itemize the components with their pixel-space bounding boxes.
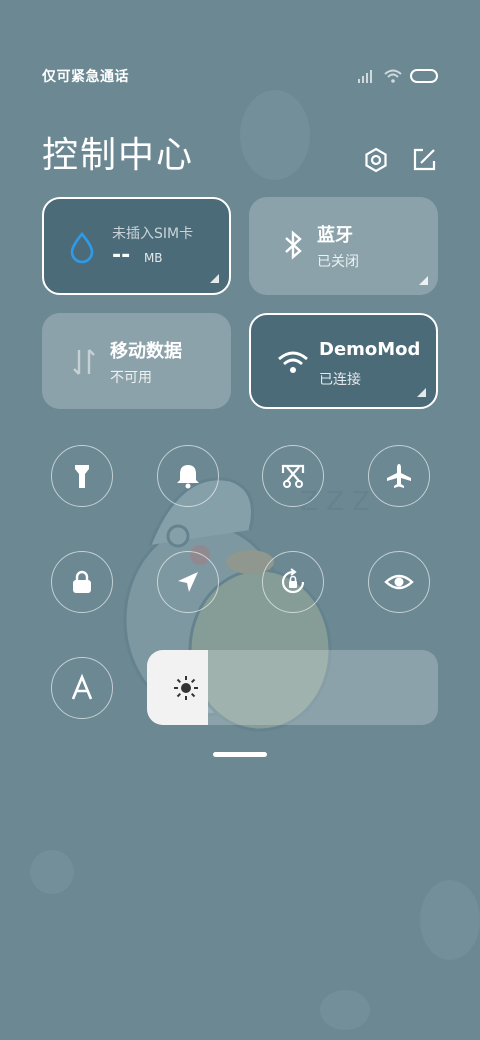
bluetooth-card[interactable]: 蓝牙 已关闭 [249, 197, 438, 295]
sun-icon [174, 676, 198, 700]
bluetooth-state: 已关闭 [317, 254, 359, 270]
page-title: 控制中心 [42, 135, 195, 176]
background-decoration [320, 990, 370, 1030]
wifi-card[interactable]: DemoMod 已连接 [249, 313, 438, 409]
screenshot-icon [281, 464, 305, 488]
background-decoration [240, 90, 310, 180]
status-icons [358, 69, 438, 83]
data-usage-number: -- [112, 243, 131, 268]
data-usage-value: -- MB [112, 243, 163, 268]
signal-icon [358, 70, 372, 83]
wifi-icon [278, 351, 308, 373]
wifi-network-name: DemoMod [319, 339, 419, 360]
eye-icon [384, 574, 414, 590]
sim-status-text: 未插入SIM卡 [112, 226, 194, 242]
flashlight-toggle[interactable] [51, 445, 113, 507]
expand-corner-icon [417, 388, 426, 397]
settings-icon[interactable] [362, 146, 390, 174]
rotation-lock-toggle[interactable] [262, 551, 324, 613]
location-toggle[interactable] [157, 551, 219, 613]
lock-icon [73, 570, 91, 593]
data-usage-unit: MB [143, 251, 163, 265]
airplane-mode-toggle[interactable] [368, 445, 430, 507]
font-size-icon [71, 673, 93, 700]
flashlight-icon [75, 465, 89, 488]
data-transfer-icon [73, 349, 95, 375]
wifi-state: 已连接 [319, 372, 361, 388]
mobile-data-label: 移动数据 [110, 341, 182, 362]
reading-mode-toggle[interactable] [368, 551, 430, 613]
bluetooth-label: 蓝牙 [317, 225, 353, 246]
bluetooth-icon [285, 230, 302, 260]
expand-corner-icon [419, 276, 428, 285]
mobile-data-state: 不可用 [110, 370, 152, 386]
airplane-icon [387, 464, 411, 488]
background-decoration [420, 880, 480, 960]
edit-icon[interactable] [410, 146, 438, 174]
drag-handle[interactable] [213, 752, 267, 757]
brightness-slider[interactable] [147, 650, 438, 725]
ringer-toggle[interactable] [157, 445, 219, 507]
background-decoration [30, 850, 74, 894]
wifi-status-icon [384, 69, 402, 83]
location-icon [178, 572, 198, 592]
carrier-text: 仅可紧急通话 [42, 69, 129, 85]
bell-icon [177, 465, 199, 489]
mobile-data-card[interactable]: 移动数据 不可用 [42, 313, 231, 409]
status-bar: 仅可紧急通话 [42, 64, 438, 88]
rotation-lock-icon [281, 568, 305, 594]
font-size-toggle[interactable] [51, 657, 113, 719]
water-drop-icon [70, 231, 94, 264]
data-usage-card[interactable]: 未插入SIM卡 -- MB [42, 197, 231, 295]
lock-screen-toggle[interactable] [51, 551, 113, 613]
screenshot-toggle[interactable] [262, 445, 324, 507]
expand-corner-icon [210, 274, 219, 283]
battery-icon [410, 69, 438, 83]
